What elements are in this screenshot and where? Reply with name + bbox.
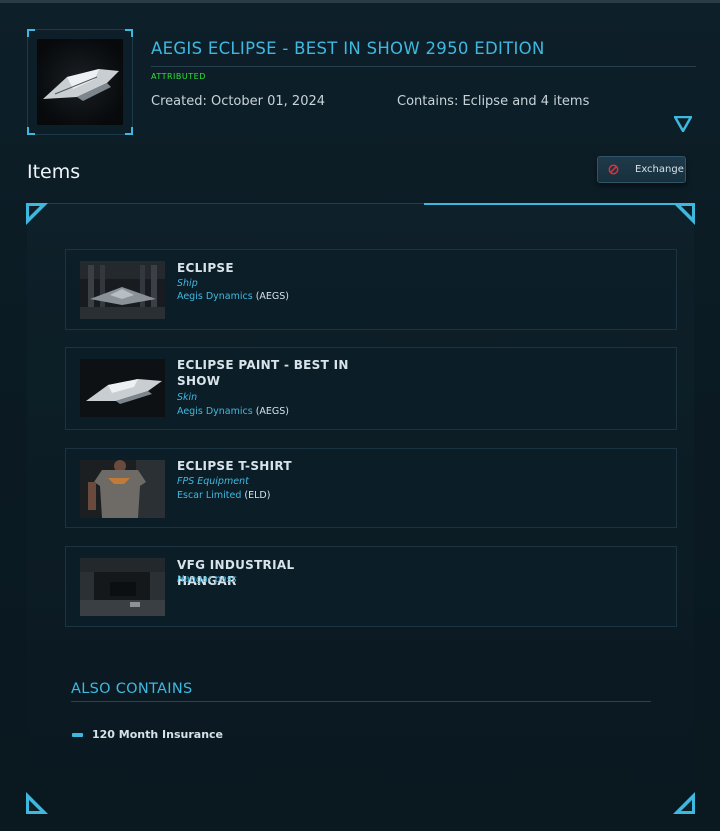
item-manufacturer: Aegis Dynamics (AEGS) (177, 406, 290, 417)
item-type: Skin (177, 392, 198, 403)
hangar-image (80, 558, 165, 616)
list-item[interactable]: ECLIPSE T-SHIRT FPS Equipment Escar Limi… (65, 448, 677, 528)
item-type: Hangar pass (177, 574, 237, 585)
item-type: FPS Equipment (177, 476, 249, 487)
corner-decoration-icon (26, 792, 48, 814)
package-thumbnail-image (37, 39, 123, 125)
list-item[interactable]: VFG INDUSTRIAL HANGAR Hangar pass (65, 546, 677, 627)
item-name: ECLIPSE T-SHIRT (177, 459, 292, 473)
item-manufacturer: Aegis Dynamics (AEGS) (177, 291, 290, 302)
no-entry-icon (608, 164, 619, 175)
panel-highlight-line (424, 203, 684, 205)
also-contains-heading: ALSO CONTAINS (71, 681, 651, 702)
item-name: ECLIPSE PAINT - BEST IN SHOW (177, 358, 349, 388)
package-thumbnail-frame (27, 29, 133, 135)
corner-decoration-icon (26, 203, 48, 225)
created-date: Created: October 01, 2024 (151, 94, 326, 109)
ship-paint-image (80, 359, 165, 417)
exchange-button[interactable]: Exchange (597, 156, 686, 183)
items-heading: Items (27, 161, 81, 183)
corner-decoration-icon (673, 792, 695, 814)
status-badge: ATTRIBUTED (151, 72, 206, 81)
list-item[interactable]: ECLIPSE Ship Aegis Dynamics (AEGS) (65, 249, 677, 330)
item-name: ECLIPSE (177, 261, 234, 275)
contains-summary: Contains: Eclipse and 4 items (397, 94, 590, 109)
list-item[interactable]: ECLIPSE PAINT - BEST IN SHOW Skin Aegis … (65, 347, 677, 430)
exchange-label: Exchange (635, 164, 684, 175)
also-contains-item: 120 Month Insurance (72, 728, 223, 741)
tshirt-image (80, 460, 165, 518)
corner-decoration-icon (673, 203, 695, 225)
dash-bullet-icon (72, 732, 83, 737)
also-contains-label: 120 Month Insurance (92, 728, 224, 741)
package-title: AEGIS ECLIPSE - BEST IN SHOW 2950 EDITIO… (151, 39, 696, 67)
pledge-page: AEGIS ECLIPSE - BEST IN SHOW 2950 EDITIO… (0, 0, 720, 831)
hangar-ship-image (80, 261, 165, 319)
collapse-triangle-icon[interactable] (674, 116, 692, 132)
item-manufacturer: Escar Limited (ELD) (177, 490, 271, 501)
item-type: Ship (177, 278, 198, 289)
